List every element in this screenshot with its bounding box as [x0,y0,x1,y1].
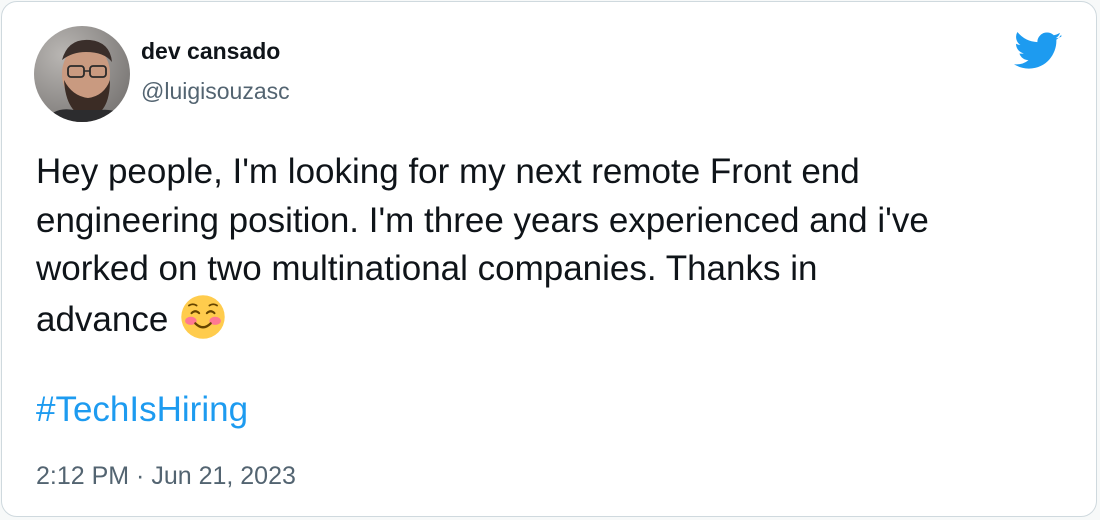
tweet-card: dev cansado @luigisouzasc Hey people, I'… [1,1,1097,517]
tweet-timestamp[interactable]: 2:12 PM · Jun 21, 2023 [36,460,296,492]
tweet-text-line: advance [36,299,169,339]
author-names: dev cansado @luigisouzasc [141,26,290,122]
hashtag-link[interactable]: #TechIsHiring [36,386,248,434]
tweet-text-line: engineering position. I'm three years ex… [36,200,929,240]
twitter-bird-icon[interactable] [1014,32,1062,72]
avatar-image [34,26,130,122]
tweet-text: Hey people, I'm looking for my next remo… [36,148,1066,344]
smiling-face-with-blush-icon [181,294,225,339]
author-display-name[interactable]: dev cansado [141,35,290,67]
avatar[interactable] [34,26,130,122]
tweet-header: dev cansado @luigisouzasc [34,24,290,124]
tweet-text-line: worked on two multinational companies. T… [36,249,818,288]
author-handle[interactable]: @luigisouzasc [141,75,290,107]
tweet-text-line: Hey people, I'm looking for my next remo… [36,152,860,191]
